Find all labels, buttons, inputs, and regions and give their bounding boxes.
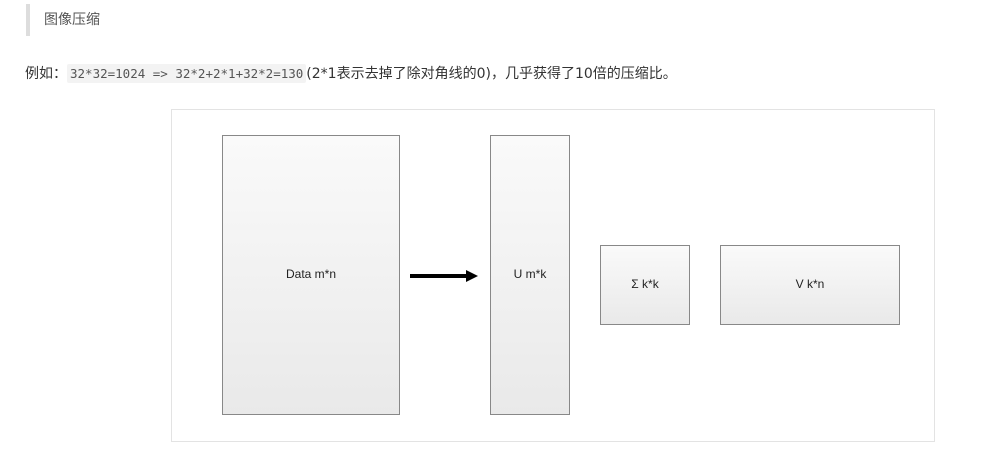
u-matrix-box: U m*k: [490, 135, 570, 415]
example-suffix: (2*1表示去掉了除对角线的0)，几乎获得了10倍的压缩比。: [306, 66, 677, 82]
example-prefix: 例如：: [25, 66, 67, 82]
example-paragraph: 例如： 32*32=1024 => 32*2+2*1+32*2=130 (2*1表示…: [25, 62, 677, 86]
page: 图像压缩 例如： 32*32=1024 => 32*2+2*1+32*2=130(…: [0, 0, 997, 465]
sigma-matrix-label: Σ k*k: [631, 277, 659, 291]
svd-diagram-figure: Data m*n U m*k Σ k*k V k*n: [171, 109, 935, 442]
blockquote-heading: 图像压缩: [26, 4, 100, 36]
sigma-matrix-box: Σ k*k: [600, 245, 690, 325]
u-matrix-label: U m*k: [513, 267, 547, 281]
data-matrix-box: Data m*n: [222, 135, 400, 415]
blockquote-text: 图像压缩: [44, 12, 100, 28]
v-matrix-label: V k*n: [795, 277, 825, 291]
data-matrix-label: Data m*n: [285, 267, 337, 281]
arrow-icon: [410, 270, 478, 282]
inline-code: 32*32=1024 => 32*2+2*1+32*2=130: [67, 64, 307, 83]
v-matrix-box: V k*n: [720, 245, 900, 325]
